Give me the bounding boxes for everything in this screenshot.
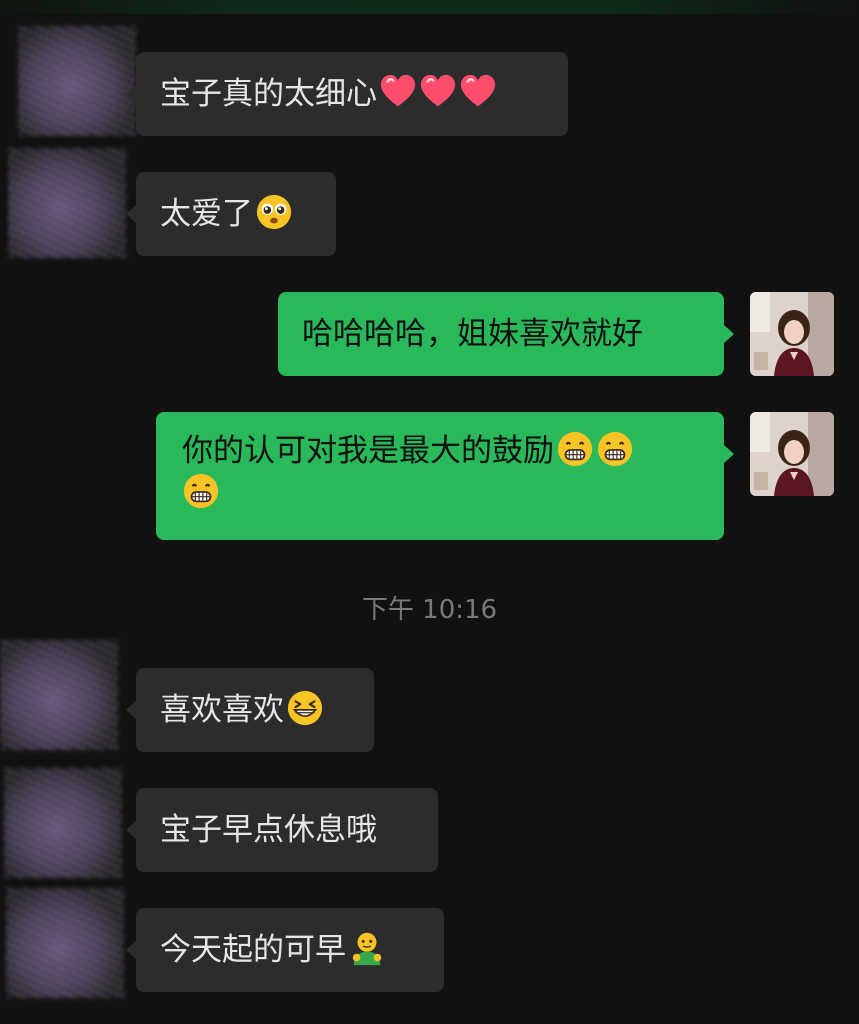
contact-avatar-blurred[interactable] (8, 148, 126, 258)
pleading-face-icon (255, 193, 293, 231)
portrait-image (750, 412, 834, 496)
person-bowing-icon (348, 929, 386, 967)
bubble-tail (126, 85, 136, 103)
message-bubble-outgoing[interactable]: 你的认可对我是最大的鼓励 (156, 412, 724, 540)
message-timestamp: 下午 10:16 (361, 595, 498, 625)
contact-avatar-blurred[interactable] (4, 768, 122, 878)
user-avatar[interactable] (750, 412, 834, 496)
contact-avatar-blurred[interactable] (18, 26, 136, 136)
user-avatar[interactable] (750, 292, 834, 376)
message-bubble-incoming[interactable]: 今天起的可早 (136, 908, 444, 992)
grinning-face-icon (556, 430, 594, 468)
message-bubble-incoming[interactable]: 喜欢喜欢 (136, 668, 374, 752)
heart-icon (459, 73, 497, 111)
bubble-tail (126, 701, 136, 719)
message-text: 喜欢喜欢 (160, 692, 284, 728)
message-bubble-incoming[interactable]: 宝子真的太细心 (136, 52, 568, 136)
bubble-tail (126, 205, 136, 223)
bubble-tail (126, 941, 136, 959)
contact-avatar-blurred[interactable] (0, 640, 118, 750)
portrait-image (750, 292, 834, 376)
message-text: 哈哈哈哈，姐妹喜欢就好 (302, 316, 643, 352)
heart-icon (379, 73, 417, 111)
message-text: 今天起的可早 (160, 932, 346, 968)
contact-avatar-blurred[interactable] (6, 888, 124, 998)
grinning-face-icon (596, 430, 634, 468)
bubble-tail (724, 325, 734, 343)
heart-icon (419, 73, 457, 111)
message-bubble-incoming[interactable]: 太爱了 (136, 172, 336, 256)
message-text: 太爱了 (160, 196, 253, 232)
top-status-strip (0, 0, 859, 14)
bubble-tail (126, 821, 136, 839)
message-bubble-outgoing[interactable]: 哈哈哈哈，姐妹喜欢就好 (278, 292, 724, 376)
message-text: 你的认可对我是最大的鼓励 (182, 433, 554, 469)
grinning-squinting-face-icon (286, 689, 324, 727)
message-bubble-incoming[interactable]: 宝子早点休息哦 (136, 788, 438, 872)
grinning-face-icon (182, 472, 220, 510)
message-text: 宝子真的太细心 (160, 76, 377, 112)
bubble-tail (724, 445, 734, 463)
message-text: 宝子早点休息哦 (160, 812, 377, 848)
